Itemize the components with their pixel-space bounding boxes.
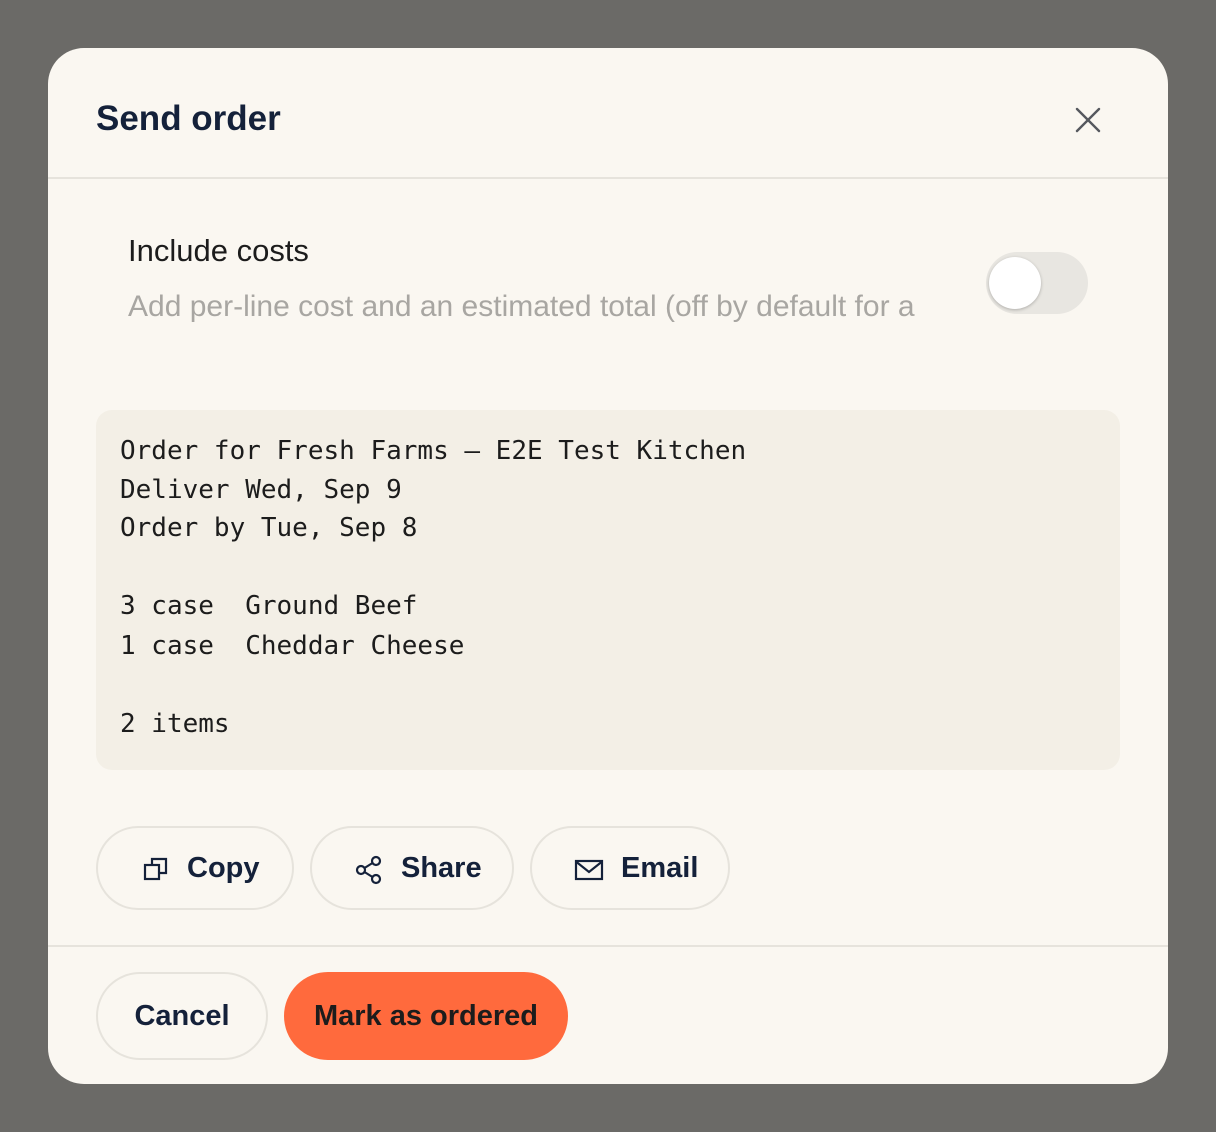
preview-line: Deliver Wed, Sep 9 bbox=[120, 475, 402, 505]
preview-line: 3 case Ground Beef bbox=[120, 591, 418, 621]
dialog-header: Send order bbox=[48, 48, 1168, 179]
close-button[interactable] bbox=[1068, 100, 1108, 140]
share-button[interactable]: Share bbox=[310, 826, 514, 910]
order-preview: Order for Fresh Farms — E2E Test Kitchen… bbox=[96, 410, 1120, 770]
email-button[interactable]: Email bbox=[530, 826, 730, 910]
mail-icon bbox=[574, 859, 604, 881]
share-icon bbox=[355, 855, 382, 885]
share-label: Share bbox=[401, 852, 482, 884]
copy-icon bbox=[143, 857, 168, 881]
footer-divider bbox=[48, 945, 1168, 947]
preview-line: 2 items bbox=[120, 709, 230, 739]
send-order-dialog: Send order Include costs Add per-line co… bbox=[48, 48, 1168, 1084]
mark-as-ordered-button[interactable]: Mark as ordered bbox=[284, 972, 568, 1060]
toggle-knob bbox=[989, 257, 1041, 309]
dialog-title: Send order bbox=[96, 99, 281, 138]
copy-button[interactable]: Copy bbox=[96, 826, 294, 910]
close-icon bbox=[1075, 107, 1101, 133]
copy-label: Copy bbox=[187, 852, 260, 884]
email-label: Email bbox=[621, 852, 699, 884]
include-costs-toggle[interactable] bbox=[986, 252, 1088, 314]
cancel-button[interactable]: Cancel bbox=[96, 972, 268, 1060]
include-costs-description: Add per-line cost and an estimated total… bbox=[128, 290, 915, 323]
preview-line: 1 case Cheddar Cheese bbox=[120, 631, 465, 661]
preview-line: Order by Tue, Sep 8 bbox=[120, 513, 418, 543]
preview-line: Order for Fresh Farms — E2E Test Kitchen bbox=[120, 436, 747, 466]
include-costs-label: Include costs bbox=[128, 233, 309, 268]
